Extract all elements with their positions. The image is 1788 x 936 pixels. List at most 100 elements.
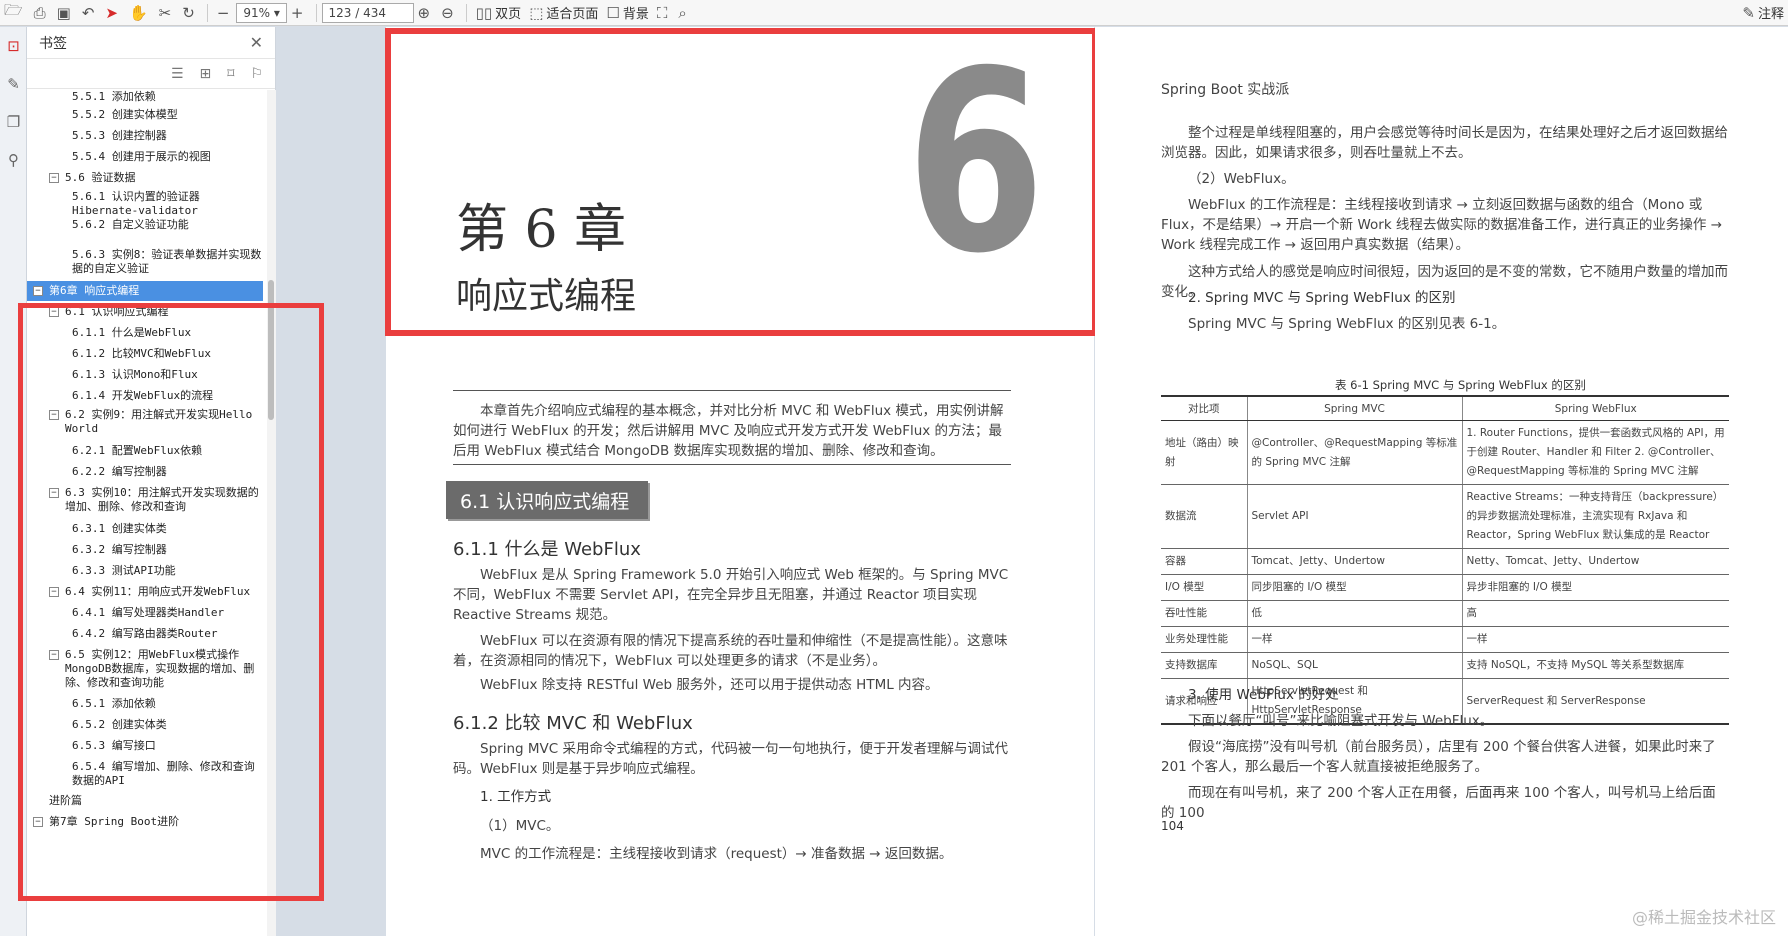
annotation-tab-button[interactable]: ✎ bbox=[0, 65, 27, 103]
bookmark-group-item[interactable]: 第6章 响应式编程 bbox=[27, 281, 263, 301]
print-button[interactable]: ⎙ bbox=[30, 0, 53, 26]
subheading: 3. 使用 WebFlux 的好处 bbox=[1188, 687, 1339, 703]
bookmark-flag-icon[interactable]: ⚐ bbox=[250, 66, 263, 82]
scrollbar-thumb[interactable] bbox=[268, 280, 274, 420]
bookmark-scrollbar[interactable] bbox=[267, 90, 276, 936]
bookmark-panel: 书签 ✕ ☰ ⊞ ⌑ ⚐ 5.5.1 添加依赖 5.5.2 创建实体模型 5.5.3… bbox=[27, 27, 276, 936]
page-total: / 434 bbox=[355, 5, 386, 20]
book-icon: ▯▯ bbox=[475, 3, 493, 22]
table-cell: Tomcat、Jetty、Undertow bbox=[1246, 548, 1462, 575]
bookmark-item[interactable]: 6.4.2 编写路由器类Router bbox=[72, 627, 263, 641]
hand-tool-button[interactable]: ✋ bbox=[125, 0, 155, 26]
bookmark-item[interactable]: 5.5.4 创建用于展示的视图 bbox=[72, 150, 263, 164]
collapse-toggle-icon[interactable]: − bbox=[49, 410, 59, 420]
table-row: 数据流 Servlet API Reactive Streams：一种支持背压（ba… bbox=[1161, 484, 1729, 549]
attachment-tab-button[interactable]: ⚲ bbox=[0, 141, 27, 179]
zoom-out-button[interactable]: − bbox=[213, 0, 237, 26]
bookmark-tab-button[interactable]: ⊡ bbox=[0, 27, 27, 65]
bookmark-item[interactable]: 6.3.2 编写控制器 bbox=[72, 543, 263, 557]
toolbar: 🗁 ⎙ ▣ ↶ ➤ ✋ ✂ ↻ − 91% ▾ + 123 / 434 ⊕ ⊖ … bbox=[0, 0, 1788, 26]
rotate-button[interactable]: ↻ bbox=[178, 0, 202, 26]
table-cell: 异步非阻塞的 I/O 模型 bbox=[1461, 574, 1729, 601]
dual-page-label: 双页 bbox=[495, 7, 522, 22]
minus-icon: − bbox=[216, 3, 230, 22]
select-tool-button[interactable]: ➤ bbox=[101, 0, 125, 26]
bookmark-item[interactable]: 6.3.3 测试API功能 bbox=[72, 564, 263, 578]
pages-icon: ❐ bbox=[6, 113, 21, 131]
annotate-button[interactable]: ✎ 注释 bbox=[1738, 0, 1788, 26]
table-cell: 容器 bbox=[1161, 548, 1247, 575]
page-input[interactable]: 123 / 434 bbox=[321, 2, 414, 23]
bookmark-group-item[interactable]: 第7章 Spring Boot进阶 bbox=[49, 815, 263, 829]
bookmark-item[interactable]: 6.5.2 创建实体类 bbox=[72, 718, 263, 732]
collapse-all-icon[interactable]: ☰ bbox=[171, 66, 184, 82]
collapse-toggle-icon[interactable]: − bbox=[49, 307, 59, 317]
prev-page-button[interactable]: ⊕ bbox=[414, 0, 438, 26]
table-header-cell: Spring MVC bbox=[1246, 395, 1462, 421]
fit-page-label: 适合页面 bbox=[546, 7, 599, 22]
bookmark-group-item[interactable]: 6.1 认识响应式编程 bbox=[65, 305, 263, 319]
table-row: I/O 模型 同步阻塞的 I/O 模型 异步非阻塞的 I/O 模型 bbox=[1161, 574, 1729, 601]
fit-page-button[interactable]: ⬚ 适合页面 bbox=[525, 0, 602, 26]
paragraph: （1）MVC。 bbox=[480, 818, 560, 834]
toolbar-divider bbox=[206, 3, 208, 22]
bookmark-item[interactable]: 6.5.3 编写接口 bbox=[72, 739, 263, 753]
bookmark-group-item[interactable]: 5.6 验证数据 bbox=[65, 171, 263, 185]
bookmark-group-item[interactable]: 6.5 实例12：用WebFlux模式操作MongoDB数据库，实现数据的增加、… bbox=[65, 648, 263, 690]
bookmark-item[interactable]: 6.1.1 什么是WebFlux bbox=[72, 326, 263, 340]
bookmark-item[interactable]: 5.6.2 自定义验证功能 bbox=[72, 218, 263, 232]
save-button[interactable]: ▣ bbox=[53, 0, 78, 26]
collapse-toggle-icon[interactable]: − bbox=[49, 650, 59, 660]
bookmark-item[interactable]: 6.2.1 配置WebFlux依赖 bbox=[72, 444, 263, 458]
fullscreen-button[interactable]: ⛶ bbox=[653, 0, 675, 26]
collapse-toggle-icon[interactable]: − bbox=[49, 488, 59, 498]
table-cell: 吞吐性能 bbox=[1161, 600, 1247, 627]
bookmark-group-item[interactable]: 6.4 实例11：用响应式开发WebFlux bbox=[65, 585, 263, 599]
table-header-cell: Spring WebFlux bbox=[1461, 395, 1729, 421]
checkbox-icon: ☐ bbox=[606, 3, 620, 22]
bookmark-item[interactable]: 6.5.4 编写增加、删除、修改和查询数据的API bbox=[72, 760, 263, 788]
chevron-down-icon: ▾ bbox=[273, 5, 280, 20]
collapse-toggle-icon[interactable]: − bbox=[33, 817, 43, 827]
bookmark-item[interactable]: 5.5.3 创建控制器 bbox=[72, 129, 263, 143]
bookmark-group-item[interactable]: 进阶篇 bbox=[49, 794, 263, 808]
search-button[interactable]: ⌕ bbox=[674, 0, 693, 26]
cut-button[interactable]: ✂ bbox=[155, 0, 179, 26]
bookmark-item[interactable]: 5.6.1 认识内置的验证器Hibernate-validator bbox=[72, 190, 263, 218]
folder-icon: 🗁 bbox=[4, 1, 23, 19]
expand-all-icon[interactable]: ⊞ bbox=[200, 66, 212, 82]
bookmark-item[interactable]: 5.5.2 创建实体模型 bbox=[72, 108, 263, 122]
bookmark-item[interactable]: 6.2.2 编写控制器 bbox=[72, 465, 263, 479]
bookmark-item[interactable]: 6.1.2 比较MVC和WebFlux bbox=[72, 347, 263, 361]
bookmark-item[interactable]: 5.6.3 实例8：验证表单数据并实现数据的自定义验证 bbox=[72, 248, 263, 276]
bookmark-item[interactable]: 5.5.1 添加依赖 bbox=[72, 90, 263, 104]
close-icon[interactable]: ✕ bbox=[250, 33, 263, 52]
add-bookmark-icon[interactable]: ⌑ bbox=[227, 66, 234, 82]
bookmark-item[interactable]: 6.5.1 添加依赖 bbox=[72, 697, 263, 711]
collapse-toggle-icon[interactable]: − bbox=[49, 173, 59, 183]
annotate-label: 注释 bbox=[1757, 7, 1784, 22]
zoom-in-button[interactable]: + bbox=[287, 0, 311, 26]
thumbnail-tab-button[interactable]: ❐ bbox=[0, 103, 27, 141]
bookmark-item[interactable]: 6.1.4 开发WebFlux的流程 bbox=[72, 389, 263, 403]
undo-button[interactable]: ↶ bbox=[78, 0, 102, 26]
bookmark-group-item[interactable]: 6.3 实例10：用注解式开发实现数据的增加、删除、修改和查询 bbox=[65, 486, 263, 514]
zoom-select[interactable]: 91% ▾ bbox=[236, 2, 287, 23]
bookmark-item[interactable]: 6.3.1 创建实体类 bbox=[72, 522, 263, 536]
edit-icon: ✎ bbox=[7, 75, 20, 93]
table-caption: 表 6-1 Spring MVC 与 Spring WebFlux 的区别 bbox=[1335, 378, 1586, 392]
collapse-toggle-icon[interactable]: − bbox=[33, 286, 43, 296]
subheading: 2. Spring MVC 与 Spring WebFlux 的区别 bbox=[1188, 290, 1456, 306]
undo-icon: ↶ bbox=[81, 3, 95, 22]
arrow-up-circle-icon: ⊕ bbox=[417, 3, 431, 22]
arrow-down-circle-icon: ⊖ bbox=[441, 3, 454, 22]
dual-page-button[interactable]: ▯▯ 双页 bbox=[472, 0, 526, 26]
bookmark-item[interactable]: 6.4.1 编写处理器类Handler bbox=[72, 606, 263, 620]
next-page-button[interactable]: ⊖ bbox=[437, 0, 461, 26]
background-toggle[interactable]: ☐ 背景 bbox=[602, 0, 652, 26]
open-button[interactable]: 🗁 bbox=[0, 0, 30, 26]
bookmark-group-item[interactable]: 6.2 实例9：用注解式开发实现Hello World bbox=[65, 408, 263, 436]
collapse-toggle-icon[interactable]: − bbox=[49, 587, 59, 597]
bookmark-item[interactable]: 6.1.3 认识Mono和Flux bbox=[72, 368, 263, 382]
table-cell: 支持 NoSQL，不支持 MySQL 等关系型数据库 bbox=[1461, 652, 1729, 679]
